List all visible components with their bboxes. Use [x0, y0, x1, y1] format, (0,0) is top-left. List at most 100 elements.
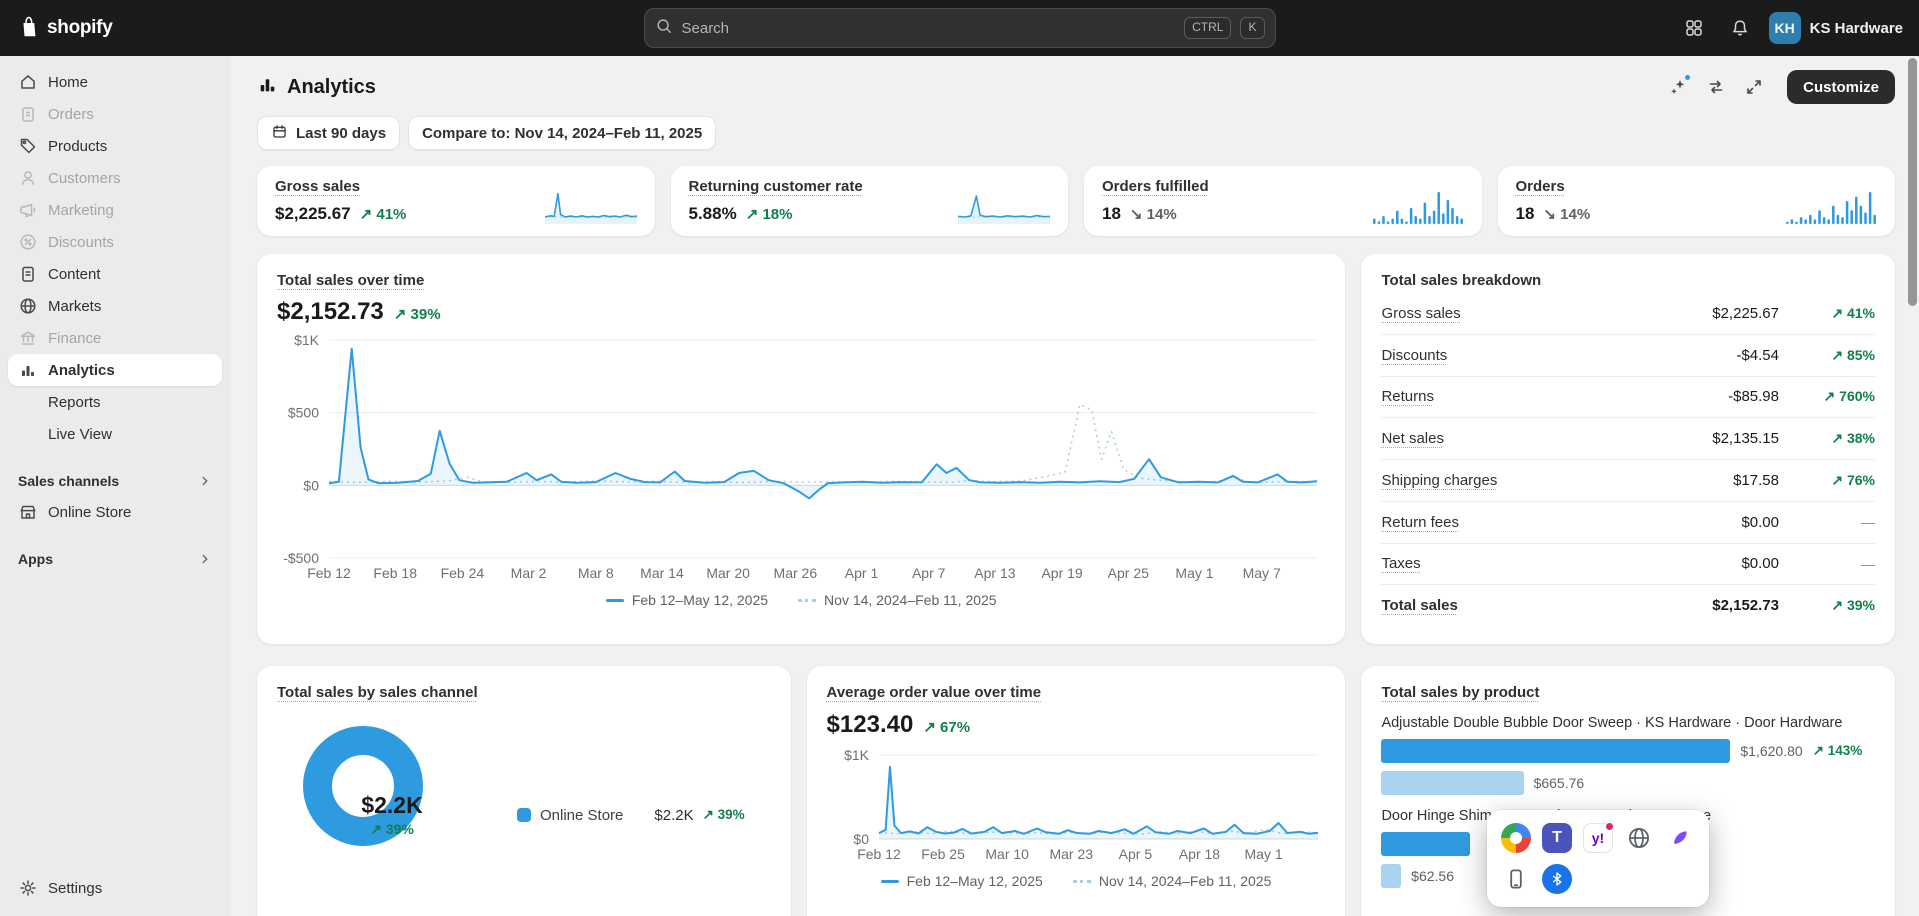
card-title[interactable]: Average order value over time	[827, 684, 1042, 701]
breakdown-value: $0.00	[1741, 555, 1779, 572]
search-input[interactable]	[682, 20, 1176, 37]
legend-line-sample	[606, 599, 624, 602]
sales-channels-section[interactable]: Sales channels	[8, 466, 222, 496]
svg-text:$0: $0	[853, 831, 869, 847]
bluetooth-icon[interactable]	[1542, 864, 1572, 894]
breakdown-label[interactable]: Returns	[1381, 388, 1434, 405]
svg-text:$500: $500	[288, 405, 319, 421]
sidebar-item-label: Marketing	[48, 202, 114, 219]
kpi-value: 18	[1516, 204, 1535, 224]
sidebar-item-analytics[interactable]: Analytics	[8, 354, 222, 386]
kpi-card-orders-fulfilled: Orders fulfilled 18 ↘ 14%	[1084, 166, 1482, 236]
breakdown-label[interactable]: Return fees	[1381, 514, 1459, 531]
notification-dot	[1683, 73, 1692, 82]
legend-previous-period: Nov 14, 2024–Feb 11, 2025	[1073, 873, 1272, 889]
cycle-arrows-icon[interactable]	[1699, 70, 1733, 104]
sidebar-item-live-view[interactable]: Live View	[8, 418, 222, 450]
chat-app-icon[interactable]	[1501, 823, 1531, 853]
kpi-value: 18	[1102, 204, 1121, 224]
apps-menu-icon[interactable]	[1677, 11, 1711, 45]
compare-button[interactable]: Compare to: Nov 14, 2024–Feb 11, 2025	[408, 116, 716, 150]
sidebar-item-finance[interactable]: Finance	[8, 322, 222, 354]
sidebar-item-label: Settings	[48, 880, 102, 897]
customize-button[interactable]: Customize	[1787, 70, 1895, 104]
fullscreen-expand-icon[interactable]	[1737, 70, 1771, 104]
sidebar-item-marketing[interactable]: Marketing	[8, 194, 222, 226]
svg-text:Apr 25: Apr 25	[1108, 565, 1149, 581]
sales-channels-label: Sales channels	[18, 473, 119, 489]
shopify-logo[interactable]: shopify	[16, 14, 112, 43]
aov-value: $123.40	[827, 711, 914, 739]
sidebar-item-online-store[interactable]: Online Store	[8, 496, 222, 528]
total-sales-breakdown-card: Total sales breakdown Gross sales $2,225…	[1361, 254, 1895, 644]
account-menu[interactable]: KH KS Hardware	[1769, 12, 1903, 44]
breakdown-value: $2,135.15	[1712, 430, 1779, 447]
breakdown-label[interactable]: Net sales	[1381, 430, 1444, 447]
card-title: Total sales breakdown	[1381, 272, 1875, 289]
teams-app-icon[interactable]: T	[1542, 823, 1572, 853]
apps-section[interactable]: Apps	[8, 544, 222, 574]
sales-by-channel-card: Total sales by sales channel $2.2K ↗ 39%…	[257, 666, 791, 916]
breakdown-row-net-sales: Net sales $2,135.15 ↗ 38%	[1381, 418, 1875, 460]
sidebar-item-orders[interactable]: Orders	[8, 98, 222, 130]
kpi-title[interactable]: Orders fulfilled	[1102, 178, 1209, 195]
breakdown-value: -$85.98	[1728, 388, 1779, 405]
orders-fulfilled-sparkline	[1372, 186, 1464, 224]
kpi-card-returning-customer-rate: Returning customer rate 5.88% ↗ 18%	[671, 166, 1069, 236]
breakdown-delta: ↗ 41%	[1789, 305, 1875, 322]
apps-label: Apps	[18, 551, 53, 567]
sparkle-icon[interactable]	[1661, 70, 1695, 104]
svg-text:Feb 24: Feb 24	[441, 565, 485, 581]
svg-text:Apr 5: Apr 5	[1118, 846, 1152, 862]
sidebar-item-discounts[interactable]: Discounts	[8, 226, 222, 258]
notifications-bell-icon[interactable]	[1723, 11, 1757, 45]
kpi-title[interactable]: Gross sales	[275, 178, 406, 195]
breakdown-label[interactable]: Total sales	[1381, 597, 1457, 614]
sidebar-item-reports[interactable]: Reports	[8, 386, 222, 418]
sidebar-item-home[interactable]: Home	[8, 66, 222, 98]
sidebar-item-settings[interactable]: Settings	[8, 872, 222, 904]
orders-sparkline	[1785, 186, 1877, 224]
card-title[interactable]: Total sales by sales channel	[277, 684, 478, 701]
breakdown-label[interactable]: Shipping charges	[1381, 472, 1497, 489]
total-sales-over-time-card: Total sales over time $2,152.73 ↗ 39% $1…	[257, 254, 1345, 644]
sidebar-item-label: Content	[48, 266, 101, 283]
svg-text:Feb 12: Feb 12	[307, 565, 351, 581]
phone-icon[interactable]	[1501, 864, 1531, 894]
breakdown-value: $2,152.73	[1712, 597, 1779, 614]
sidebar-item-content[interactable]: Content	[8, 258, 222, 290]
kpi-value: $2,225.67	[275, 204, 351, 224]
markets-globe-icon	[18, 296, 38, 316]
breakdown-value: -$4.54	[1736, 347, 1779, 364]
svg-text:$1K: $1K	[844, 747, 870, 763]
sidebar-item-label: Finance	[48, 330, 101, 347]
online-store-legend-chip	[517, 808, 531, 822]
shopify-bag-icon	[16, 14, 40, 43]
home-icon	[18, 72, 38, 92]
globe-app-icon[interactable]	[1624, 823, 1654, 853]
breakdown-label[interactable]: Discounts	[1381, 347, 1447, 364]
channel-legend: Online Store $2.2K ↗ 39%	[517, 807, 745, 824]
legend-line-sample	[881, 880, 899, 883]
yahoo-app-icon[interactable]: y!	[1583, 823, 1613, 853]
search-bar[interactable]: CTRL K	[644, 8, 1276, 48]
kpi-title[interactable]: Returning customer rate	[689, 178, 863, 195]
scrollbar-thumb[interactable]	[1908, 58, 1917, 306]
card-title[interactable]: Total sales over time	[277, 272, 1325, 289]
sidebar-item-customers[interactable]: Customers	[8, 162, 222, 194]
breakdown-row-return-fees: Return fees $0.00 —	[1381, 502, 1875, 544]
legend-current-period: Feb 12–May 12, 2025	[606, 592, 768, 608]
breakdown-label[interactable]: Gross sales	[1381, 305, 1460, 322]
sidebar-item-markets[interactable]: Markets	[8, 290, 222, 322]
sidebar-item-label: Markets	[48, 298, 101, 315]
svg-text:Feb 18: Feb 18	[373, 565, 417, 581]
date-range-button[interactable]: Last 90 days	[257, 116, 400, 150]
purple-feather-icon[interactable]	[1665, 823, 1695, 853]
bar-value: $62.56	[1411, 868, 1454, 884]
finance-bank-icon	[18, 328, 38, 348]
kpi-title[interactable]: Orders	[1516, 178, 1591, 195]
breakdown-label[interactable]: Taxes	[1381, 555, 1420, 572]
sidebar-item-products[interactable]: Products	[8, 130, 222, 162]
card-title[interactable]: Total sales by product	[1381, 684, 1539, 701]
kpi-delta: ↘ 14%	[1130, 205, 1177, 223]
